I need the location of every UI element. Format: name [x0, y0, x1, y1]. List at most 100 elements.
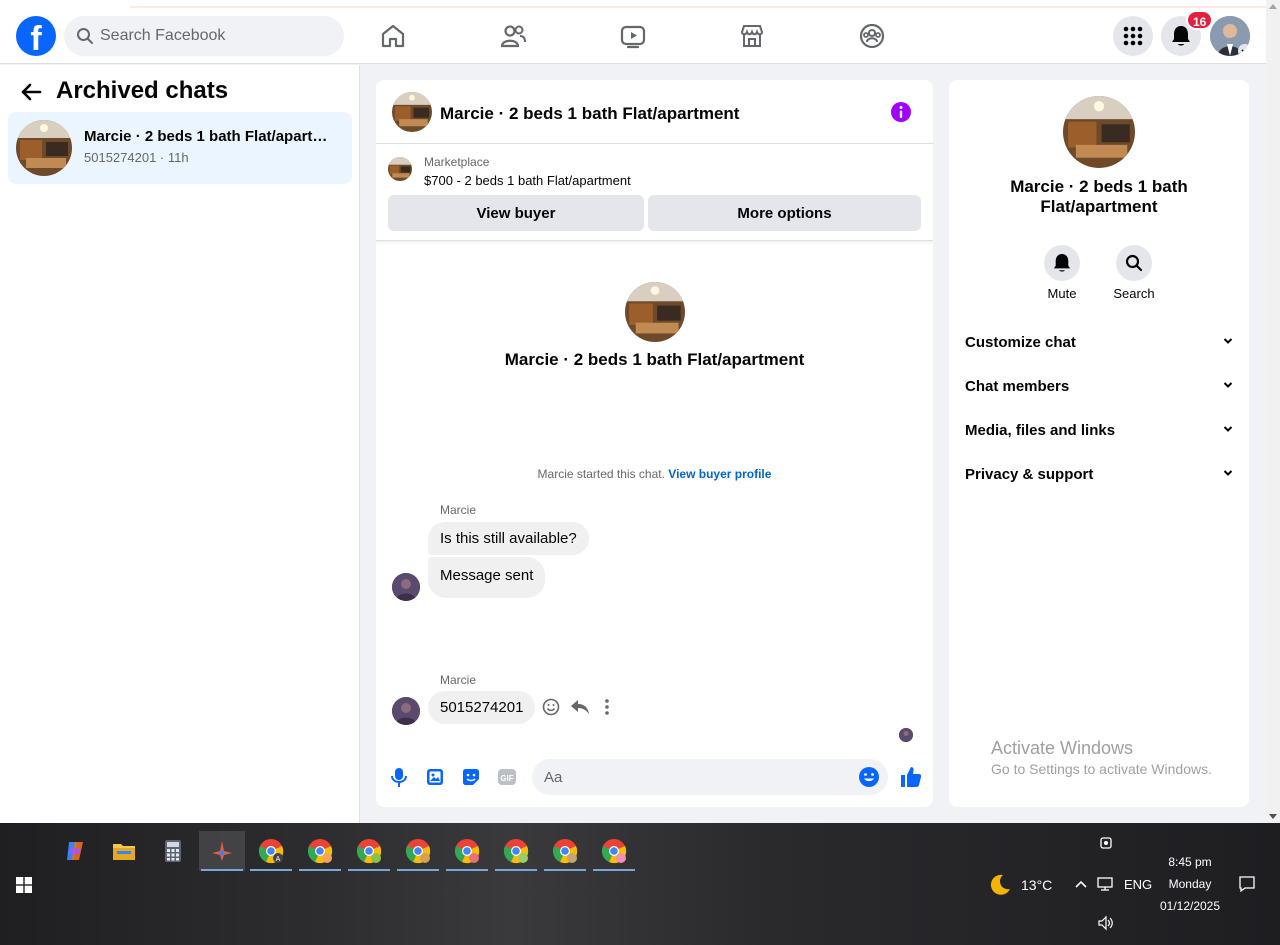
clock-time[interactable]: 8:45 pm	[1160, 855, 1220, 869]
thumbs-up-icon[interactable]	[899, 765, 923, 789]
windows-start-icon[interactable]	[16, 877, 32, 893]
search-box[interactable]	[64, 16, 344, 56]
chat-details-panel: Marcie · 2 beds 1 bath Flat/apartment Mu…	[949, 80, 1249, 807]
facebook-header: f 16	[0, 8, 1266, 64]
conversation-panel: Marcie · 2 beds 1 bath Flat/apartment Ma…	[376, 80, 933, 807]
calculator-icon[interactable]	[150, 831, 196, 871]
sticker-icon[interactable]	[460, 766, 482, 788]
clock-day[interactable]: Monday	[1160, 877, 1220, 891]
search-chat-button[interactable]	[1116, 245, 1152, 281]
message-sender: Marcie	[440, 673, 477, 687]
section-label: Chat members	[965, 378, 1070, 395]
page-scrollbar[interactable]	[1266, 0, 1280, 823]
gif-icon[interactable]: GIF	[496, 766, 518, 788]
chevron-down-icon	[1223, 470, 1233, 476]
file-explorer-icon[interactable]	[101, 831, 147, 871]
sender-avatar[interactable]	[392, 697, 420, 725]
copilot-app-icon[interactable]	[52, 831, 98, 871]
marketplace-label: Marketplace	[424, 155, 490, 169]
browser-top-strip	[0, 0, 1266, 8]
chevron-down-icon	[1223, 338, 1233, 344]
chrome-profile-icon[interactable]	[297, 831, 343, 871]
section-media-files-links[interactable]: Media, files and links	[965, 410, 1233, 450]
microphone-icon[interactable]	[388, 766, 410, 788]
photo-icon[interactable]	[424, 766, 446, 788]
message-bubble[interactable]: Is this still available?	[428, 522, 589, 555]
section-label: Customize chat	[965, 334, 1076, 351]
details-name: Marcie · 2 beds 1 bath Flat/apartment	[1010, 177, 1188, 216]
chrome-profile-icon[interactable]	[395, 831, 441, 871]
conversation-intro-name: Marcie · 2 beds 1 bath Flat/apartment	[504, 350, 805, 369]
message-composer[interactable]	[532, 759, 888, 795]
chat-avatar	[16, 120, 72, 176]
windows-taskbar: A 13°C ENG 8:45 pm Monday 01/12/2025	[0, 823, 1280, 945]
account-avatar[interactable]	[1210, 16, 1250, 56]
more-options-button[interactable]: More options	[648, 195, 921, 231]
notification-center-icon[interactable]	[1238, 875, 1256, 893]
back-arrow-icon[interactable]	[20, 81, 42, 103]
emoji-icon[interactable]	[858, 766, 880, 788]
chevron-up-icon[interactable]	[1074, 879, 1088, 889]
marketplace-banner: Marketplace $700 - 2 beds 1 bath Flat/ap…	[376, 145, 933, 241]
chrome-profile-icon[interactable]	[591, 831, 637, 871]
react-emoji-icon[interactable]	[542, 698, 560, 716]
search-icon	[77, 28, 93, 44]
groups-icon[interactable]	[858, 22, 886, 50]
facebook-logo[interactable]: f	[16, 16, 56, 56]
chat-meta: 5015274201 · 11h	[84, 150, 189, 165]
chat-list-item[interactable]: Marcie · 2 beds 1 bath Flat/apartment 50…	[8, 112, 352, 184]
section-privacy-support[interactable]: Privacy & support	[965, 454, 1233, 494]
section-customize-chat[interactable]: Customize chat	[965, 322, 1233, 362]
video-icon[interactable]	[619, 22, 647, 50]
chevron-down-icon	[1238, 44, 1250, 56]
search-icon	[1125, 254, 1143, 272]
snipping-tool-icon[interactable]	[199, 831, 245, 871]
conversation-title[interactable]: Marcie · 2 beds 1 bath Flat/apartment	[440, 104, 739, 124]
mute-button[interactable]	[1044, 245, 1080, 281]
chrome-profile-a-icon[interactable]: A	[248, 831, 294, 871]
message-sender: Marcie	[440, 503, 477, 517]
friends-icon[interactable]	[499, 22, 527, 50]
weather-temperature[interactable]: 13°C	[1021, 877, 1052, 893]
svg-text:A: A	[276, 856, 281, 863]
mute-label: Mute	[1047, 286, 1077, 301]
message-bubble[interactable]: 5015274201	[428, 691, 536, 724]
more-vertical-icon[interactable]	[604, 698, 610, 716]
volume-icon[interactable]	[1098, 915, 1114, 931]
chrome-profile-icon[interactable]	[542, 831, 588, 871]
chrome-profile-icon[interactable]	[346, 831, 392, 871]
listing-title[interactable]: $700 - 2 beds 1 bath Flat/apartment	[424, 173, 631, 188]
page-title: Archived chats	[56, 77, 229, 104]
search-input[interactable]	[100, 16, 330, 56]
conversation-avatar[interactable]	[392, 92, 432, 132]
section-label: Media, files and links	[965, 422, 1116, 439]
chat-name: Marcie · 2 beds 1 bath Flat/apartment	[84, 128, 334, 145]
info-icon[interactable]	[890, 101, 912, 123]
language-indicator[interactable]: ENG	[1124, 877, 1152, 892]
chat-started-text: Marcie started this chat.	[537, 467, 665, 481]
moon-icon[interactable]	[988, 873, 1012, 897]
marketplace-icon[interactable]	[738, 22, 766, 50]
reply-icon[interactable]	[570, 698, 590, 716]
watermark-subtitle: Go to Settings to activate Windows.	[991, 761, 1212, 777]
activate-windows-watermark: Activate Windows Go to Settings to activ…	[991, 738, 1212, 777]
details-avatar	[1063, 96, 1135, 168]
section-chat-members[interactable]: Chat members	[965, 366, 1233, 406]
clock-date[interactable]: 01/12/2025	[1155, 899, 1225, 913]
meet-now-icon[interactable]	[1099, 836, 1113, 850]
network-icon[interactable]	[1097, 876, 1115, 892]
conversation-header: Marcie · 2 beds 1 bath Flat/apartment	[376, 80, 933, 144]
search-label: Search	[1113, 286, 1155, 301]
listing-thumbnail	[388, 157, 412, 181]
view-buyer-profile-link[interactable]: View buyer profile	[668, 467, 771, 481]
home-icon[interactable]	[379, 22, 407, 50]
chrome-profile-icon[interactable]	[493, 831, 539, 871]
message-input[interactable]	[544, 759, 844, 795]
view-buyer-button[interactable]: View buyer	[388, 195, 644, 231]
chrome-profile-icon[interactable]	[444, 831, 490, 871]
menu-button[interactable]	[1113, 16, 1153, 56]
message-bubble[interactable]: Message sent	[428, 557, 546, 598]
watermark-title: Activate Windows	[991, 738, 1134, 758]
conversation-intro-avatar	[625, 282, 685, 342]
sender-avatar[interactable]	[392, 573, 420, 601]
